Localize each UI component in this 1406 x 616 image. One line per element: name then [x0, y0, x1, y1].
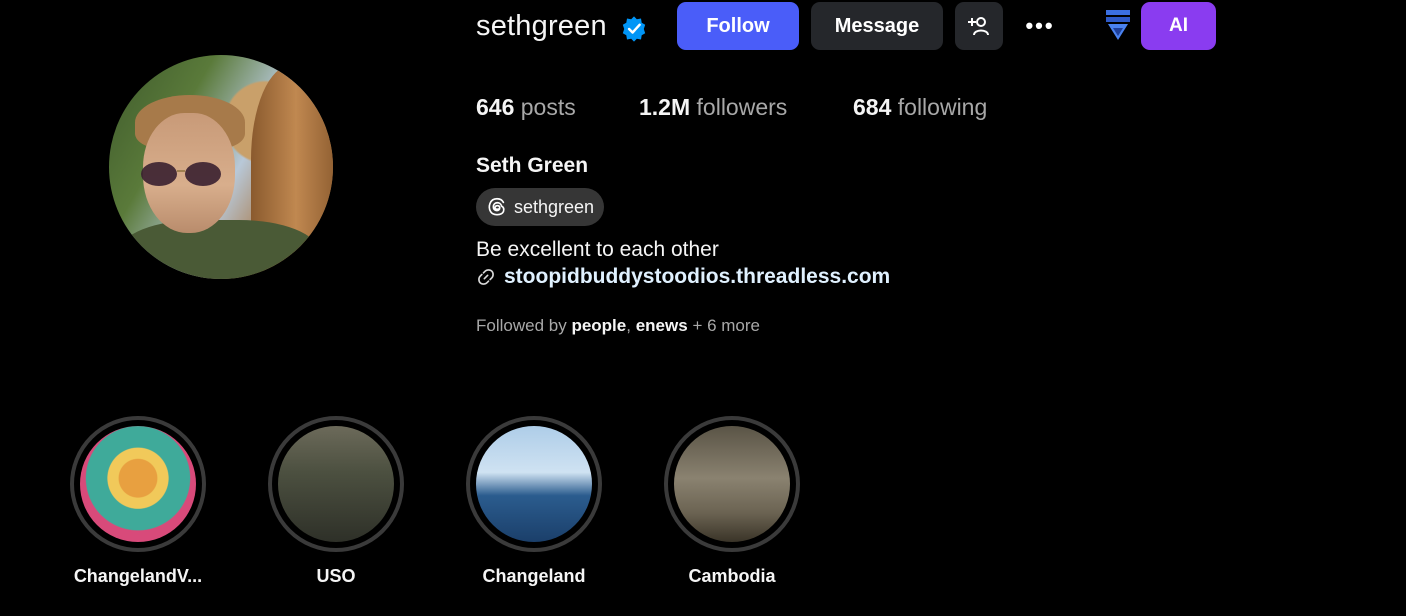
followers-count: 1.2M	[639, 94, 691, 120]
verified-badge-icon	[622, 16, 646, 42]
highlight-cambodia[interactable]	[664, 416, 800, 552]
highlight-cover-image	[80, 426, 196, 542]
extension-download-icon[interactable]	[1104, 8, 1132, 44]
posts-stat: 646 posts	[476, 94, 576, 121]
threads-handle: sethgreen	[514, 196, 595, 217]
following-count: 684	[853, 94, 892, 120]
followed-by-user-1[interactable]: people	[571, 316, 626, 335]
profile-bio: Be excellent to each other	[476, 238, 719, 261]
threads-icon	[488, 197, 505, 216]
followed-by-prefix: Followed by	[476, 316, 567, 335]
followed-by-user-2[interactable]: enews	[636, 316, 688, 335]
posts-count: 646	[476, 94, 515, 120]
suggest-users-button[interactable]	[955, 2, 1003, 50]
profile-link-text: stoopidbuddystoodios.threadless.com	[504, 265, 891, 288]
highlight-label: ChangelandV...	[73, 566, 203, 586]
posts-label: posts	[520, 94, 576, 120]
profile-username: sethgreen	[476, 10, 607, 42]
add-user-icon	[968, 17, 989, 36]
message-button[interactable]: Message	[811, 2, 943, 50]
following-label: following	[897, 94, 988, 120]
followed-by-more: + 6 more	[692, 316, 760, 335]
highlight-cover-image	[674, 426, 790, 542]
followed-by-separator: ,	[626, 316, 631, 335]
highlight-changelandv[interactable]	[70, 416, 206, 552]
highlight-cover-image	[476, 426, 592, 542]
ai-button[interactable]: AI	[1141, 2, 1216, 50]
followed-by-text[interactable]: Followed by people, enews + 6 more	[476, 316, 760, 336]
profile-full-name: Seth Green	[476, 154, 589, 177]
highlight-uso[interactable]	[268, 416, 404, 552]
highlight-label: Changeland	[482, 566, 586, 586]
jacket-graphic	[119, 220, 319, 279]
followers-stat[interactable]: 1.2M followers	[639, 94, 787, 121]
sunglasses-graphic	[141, 162, 221, 186]
follow-button[interactable]: Follow	[677, 2, 799, 50]
threads-link-chip[interactable]: sethgreen	[476, 188, 604, 226]
followers-label: followers	[696, 94, 788, 120]
following-stat[interactable]: 684 following	[853, 94, 987, 121]
more-options-button[interactable]: •••	[1016, 2, 1064, 50]
highlight-label: Cambodia	[688, 566, 776, 586]
highlight-changeland[interactable]	[466, 416, 602, 552]
highlight-label: USO	[316, 566, 356, 586]
highlight-cover-image	[278, 426, 394, 542]
profile-external-link[interactable]: stoopidbuddystoodios.threadless.com	[476, 265, 890, 289]
profile-avatar[interactable]	[109, 55, 333, 279]
link-icon	[478, 269, 494, 285]
